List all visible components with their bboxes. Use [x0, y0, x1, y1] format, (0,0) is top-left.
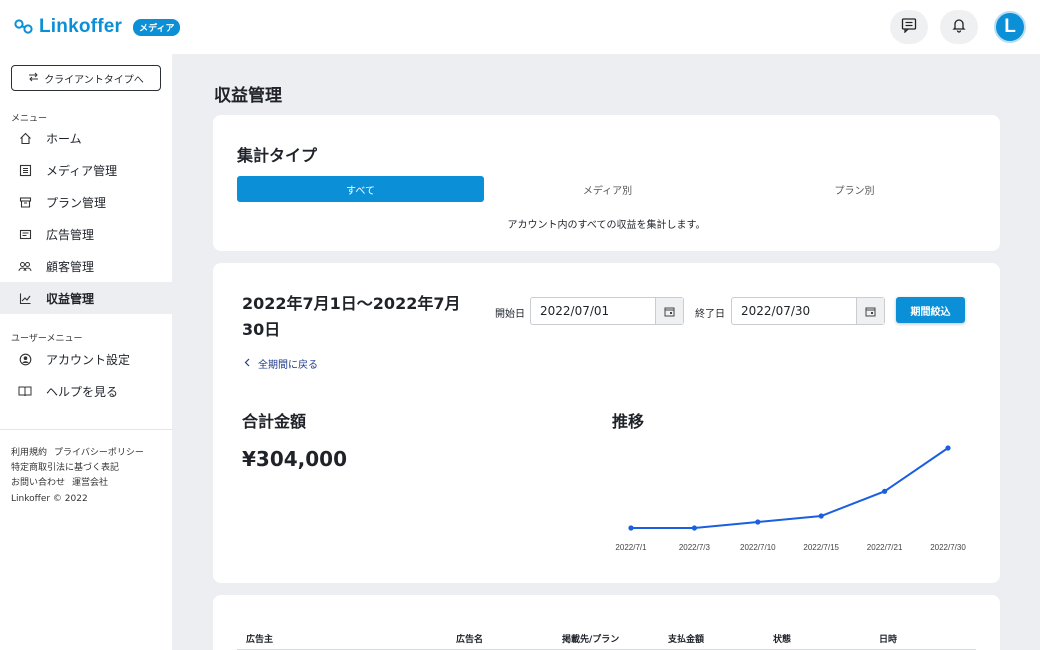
period-filter-button[interactable]: 期間絞込	[896, 297, 965, 323]
copyright: Linkoffer © 2022	[11, 494, 88, 504]
trend-point	[945, 445, 951, 451]
tab-all[interactable]: すべて	[237, 176, 484, 202]
column-header-payment[interactable]: 支払金額	[668, 632, 704, 645]
box-icon	[18, 195, 32, 209]
end-date-calendar-button[interactable]	[856, 298, 884, 324]
privacy-link[interactable]: プライバシーポリシー	[54, 448, 144, 458]
column-header-advertiser[interactable]: 広告主	[246, 632, 273, 645]
book-icon	[18, 384, 32, 398]
date-range-title: 2022年7月1日〜2022年7月30日	[242, 294, 461, 339]
logo-text: Linkoffer	[39, 16, 123, 37]
back-to-all-period-link[interactable]: 全期間に戻る	[244, 356, 318, 371]
start-date-label: 開始日	[495, 309, 525, 320]
sidebar-divider	[0, 429, 172, 430]
aggregate-type-title: 集計タイプ	[237, 146, 318, 165]
trend-label: 推移	[612, 412, 645, 431]
trend-point	[755, 519, 761, 525]
end-date-label: 終了日	[695, 309, 725, 320]
sidebar-item-help[interactable]: ヘルプを見る	[0, 375, 172, 407]
commercial-law-link[interactable]: 特定商取引法に基づく表記	[11, 463, 119, 473]
sidebar-item-media[interactable]: メディア管理	[0, 154, 172, 186]
trend-point	[628, 525, 634, 531]
x-tick-label: 2022/7/21	[867, 543, 903, 552]
sidebar-item-label: ホーム	[46, 131, 82, 146]
revenue-table-card: 広告主 広告名 掲載先/プラン 支払金額 状態 日時	[213, 595, 1000, 650]
aggregate-description: アカウント内のすべての収益を集計します。	[507, 220, 706, 231]
sidebar-item-label: 広告管理	[46, 227, 95, 242]
end-date-input[interactable]	[732, 298, 856, 324]
x-tick-label: 2022/7/30	[930, 543, 966, 552]
sidebar: クライアントタイプへ メニュー ホーム メディア管理 プラン管理 広告管理 顧客…	[0, 54, 172, 650]
back-link-label: 全期間に戻る	[258, 360, 318, 371]
home-icon	[18, 131, 32, 145]
avatar[interactable]: L	[994, 11, 1026, 43]
sidebar-item-label: プラン管理	[46, 195, 107, 210]
calendar-icon	[865, 302, 876, 321]
notifications-button[interactable]	[940, 10, 978, 44]
switch-client-type-button[interactable]: クライアントタイプへ	[11, 65, 161, 91]
trend-point	[818, 513, 824, 519]
start-date-calendar-button[interactable]	[655, 298, 683, 324]
bell-icon	[951, 17, 967, 37]
sidebar-item-label: 顧客管理	[46, 259, 95, 274]
aggregate-type-card: 集計タイプ すべて メディア別 プラン別 アカウント内のすべての収益を集計します…	[213, 115, 1000, 251]
sidebar-item-plans[interactable]: プラン管理	[0, 186, 172, 218]
tab-by-plan[interactable]: プラン別	[731, 176, 978, 202]
sidebar-item-label: メディア管理	[46, 163, 118, 178]
chart-line-icon	[18, 291, 32, 305]
x-tick-label: 2022/7/10	[740, 543, 776, 552]
total-amount-label: 合計金額	[242, 412, 307, 431]
sidebar-item-customers[interactable]: 顧客管理	[0, 250, 172, 282]
sidebar-item-label: ヘルプを見る	[46, 384, 119, 399]
logo-link-icon	[14, 19, 34, 35]
sidebar-item-label: 収益管理	[46, 291, 95, 306]
tab-by-media[interactable]: メディア別	[484, 176, 731, 202]
trend-chart: 2022/7/1 2022/7/3 2022/7/10 2022/7/15 2022/7…	[615, 445, 966, 552]
chat-icon	[901, 17, 917, 37]
period-card: 2022年7月1日〜2022年7月30日 開始日 終了日 期間絞込 全期間に戻る…	[213, 263, 1000, 583]
start-date-field	[530, 297, 684, 325]
footer-links-row-1: 利用規約 プライバシーポリシー	[11, 445, 151, 458]
column-header-datetime[interactable]: 日時	[879, 632, 897, 645]
sidebar-item-home[interactable]: ホーム	[0, 122, 172, 154]
company-link[interactable]: 運営会社	[72, 478, 108, 488]
sidebar-item-account-settings[interactable]: アカウント設定	[0, 343, 172, 375]
app-header: Linkoffer メディア L	[0, 0, 1040, 54]
end-date-field	[731, 297, 885, 325]
ad-icon	[18, 227, 32, 241]
account-icon	[18, 352, 32, 366]
x-tick-label: 2022/7/3	[679, 543, 711, 552]
trend-series-line	[631, 447, 949, 529]
chevron-left-icon	[244, 358, 250, 370]
total-amount-value: ¥304,000	[242, 447, 348, 471]
sidebar-item-ads[interactable]: 広告管理	[0, 218, 172, 250]
footer-links-row-3: お問い合わせ 運営会社	[11, 475, 115, 488]
column-header-status[interactable]: 状態	[773, 632, 791, 645]
page-title: 収益管理	[214, 86, 282, 106]
contact-link[interactable]: お問い合わせ	[11, 478, 65, 488]
x-tick-label: 2022/7/15	[803, 543, 839, 552]
sidebar-item-label: アカウント設定	[46, 352, 131, 367]
logo[interactable]: Linkoffer メディア	[14, 16, 181, 38]
start-date-input[interactable]	[531, 298, 655, 324]
column-header-ad-name[interactable]: 広告名	[456, 632, 483, 645]
media-icon	[18, 163, 32, 177]
calendar-icon	[664, 302, 675, 321]
switch-client-type-label: クライアントタイプへ	[44, 74, 144, 86]
logo-badge: メディア	[133, 18, 181, 36]
footer-links-row-2: 特定商取引法に基づく表記	[11, 460, 126, 473]
column-header-placement[interactable]: 掲載先/プラン	[562, 632, 619, 645]
x-tick-label: 2022/7/1	[615, 543, 647, 552]
sidebar-item-revenue[interactable]: 収益管理	[0, 282, 172, 314]
customers-icon	[18, 259, 32, 273]
swap-icon	[28, 72, 39, 85]
terms-link[interactable]: 利用規約	[11, 448, 47, 458]
messages-button[interactable]	[890, 10, 928, 44]
trend-point	[691, 525, 697, 531]
trend-point	[882, 488, 888, 494]
